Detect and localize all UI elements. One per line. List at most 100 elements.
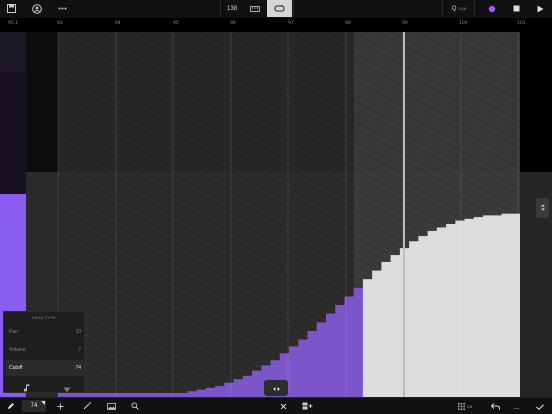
- option-value: 10: [75, 329, 81, 335]
- insert-icon: [302, 397, 313, 414]
- play-button[interactable]: [532, 0, 548, 17]
- automation-step[interactable]: [196, 389, 207, 397]
- horizontal-resize-handle[interactable]: [264, 380, 288, 396]
- bottom-toolbar: 74 1/8: [0, 397, 552, 414]
- automation-step[interactable]: [298, 339, 308, 397]
- circle-menu-icon: [32, 3, 42, 14]
- automation-step[interactable]: [483, 215, 493, 397]
- quantize-value: 1/16: [458, 6, 467, 11]
- done-button[interactable]: [532, 398, 548, 414]
- playhead[interactable]: [403, 32, 405, 397]
- grid-icon: [457, 397, 465, 414]
- left-right-arrows-icon: [272, 379, 281, 397]
- pencil-tool-button[interactable]: [4, 398, 18, 414]
- bar-label: 94: [115, 21, 121, 26]
- up-down-arrows-icon: [540, 199, 546, 217]
- record-button[interactable]: [484, 0, 500, 17]
- redo-button[interactable]: [510, 398, 522, 414]
- automation-step[interactable]: [242, 375, 253, 397]
- automation-step[interactable]: [492, 215, 502, 397]
- automation-step[interactable]: [289, 346, 299, 397]
- automation-step[interactable]: [501, 213, 512, 397]
- vertical-zoom-button[interactable]: [536, 198, 549, 218]
- automation-step[interactable]: [325, 313, 336, 397]
- bar-label: 93: [57, 21, 63, 26]
- bar-label: 98: [345, 21, 351, 26]
- automation-step[interactable]: [464, 218, 475, 397]
- plus-icon: [57, 397, 64, 414]
- automation-step[interactable]: [353, 287, 364, 397]
- option-value: 74: [75, 365, 81, 371]
- automation-step[interactable]: [381, 261, 392, 397]
- data-type-popup: DATA TYPE Pan 10 Volume 7 Cutoff 74: [3, 311, 85, 393]
- play-icon: [537, 5, 544, 13]
- playhead-position: 95.1: [8, 21, 19, 26]
- option-label: Cutoff: [9, 365, 23, 371]
- more-dots-icon: [58, 7, 67, 10]
- delete-button[interactable]: [276, 398, 290, 414]
- data-type-option-pan[interactable]: Pan 10: [6, 324, 84, 340]
- tempo-display[interactable]: 138: [222, 0, 242, 17]
- automation-step[interactable]: [510, 213, 520, 397]
- timeline-ruler[interactable]: 95.1 93 94 95 96 97 98 99 100 101: [0, 18, 552, 32]
- automation-step[interactable]: [224, 382, 234, 397]
- loop-button[interactable]: [267, 0, 292, 17]
- magic-wand-icon: [83, 397, 92, 414]
- zoom-button[interactable]: [128, 398, 142, 414]
- automation-step[interactable]: [372, 270, 382, 397]
- automation-step[interactable]: [233, 379, 244, 397]
- bar-label: 95: [173, 21, 179, 26]
- insert-button[interactable]: [298, 398, 316, 414]
- automation-step[interactable]: [307, 330, 318, 397]
- automation-step[interactable]: [205, 387, 216, 397]
- automation-step[interactable]: [362, 279, 373, 397]
- corner-triangle-icon: [41, 401, 45, 407]
- automation-step[interactable]: [455, 220, 465, 397]
- add-button[interactable]: [54, 398, 66, 414]
- stop-icon: [513, 5, 520, 12]
- more-button[interactable]: [54, 0, 70, 17]
- bar-label: 99: [402, 21, 408, 26]
- automation-step[interactable]: [390, 255, 401, 397]
- automation-step[interactable]: [418, 236, 428, 397]
- filter-triangle-icon[interactable]: [63, 380, 71, 398]
- search-icon: [131, 397, 139, 414]
- automation-step[interactable]: [446, 224, 456, 397]
- menu-button[interactable]: [3, 0, 19, 17]
- keyboard-button[interactable]: [244, 0, 266, 17]
- automation-step[interactable]: [335, 305, 345, 397]
- automation-step[interactable]: [215, 386, 225, 397]
- top-toolbar: 138 Q 1/16: [0, 0, 552, 18]
- music-note-icon[interactable]: [23, 379, 30, 397]
- undo-button[interactable]: [488, 398, 502, 414]
- checkmark-icon: [536, 397, 544, 414]
- value-field[interactable]: 74: [22, 400, 46, 412]
- bar-label: 97: [288, 21, 294, 26]
- save-icon: [6, 4, 16, 13]
- magic-wand-button[interactable]: [80, 398, 94, 414]
- popup-title: DATA TYPE: [31, 315, 57, 320]
- option-label: Volume: [9, 347, 26, 353]
- image-icon: [106, 397, 116, 414]
- automation-step[interactable]: [427, 230, 438, 397]
- automation-step[interactable]: [409, 241, 419, 397]
- data-type-option-volume[interactable]: Volume 7: [6, 342, 84, 358]
- stop-button[interactable]: [508, 0, 524, 17]
- pencil-icon: [7, 397, 15, 414]
- bar-label: 101: [517, 21, 526, 26]
- bar-label: 100: [459, 21, 468, 26]
- automation-step[interactable]: [252, 370, 262, 397]
- automation-step[interactable]: [436, 227, 447, 397]
- keyboard-icon: [250, 5, 260, 12]
- quantize-button[interactable]: Q 1/16: [446, 0, 472, 17]
- grid-button[interactable]: 1/8: [452, 398, 478, 414]
- grid-value: 1/8: [466, 403, 473, 409]
- automation-canvas[interactable]: [26, 32, 520, 397]
- automation-step[interactable]: [473, 217, 484, 397]
- automation-step[interactable]: [316, 322, 327, 397]
- quantize-label: Q: [451, 5, 457, 12]
- browser-button[interactable]: [28, 0, 46, 17]
- image-button[interactable]: [104, 398, 118, 414]
- data-type-option-cutoff[interactable]: Cutoff 74: [6, 360, 84, 376]
- automation-editor[interactable]: [26, 32, 520, 397]
